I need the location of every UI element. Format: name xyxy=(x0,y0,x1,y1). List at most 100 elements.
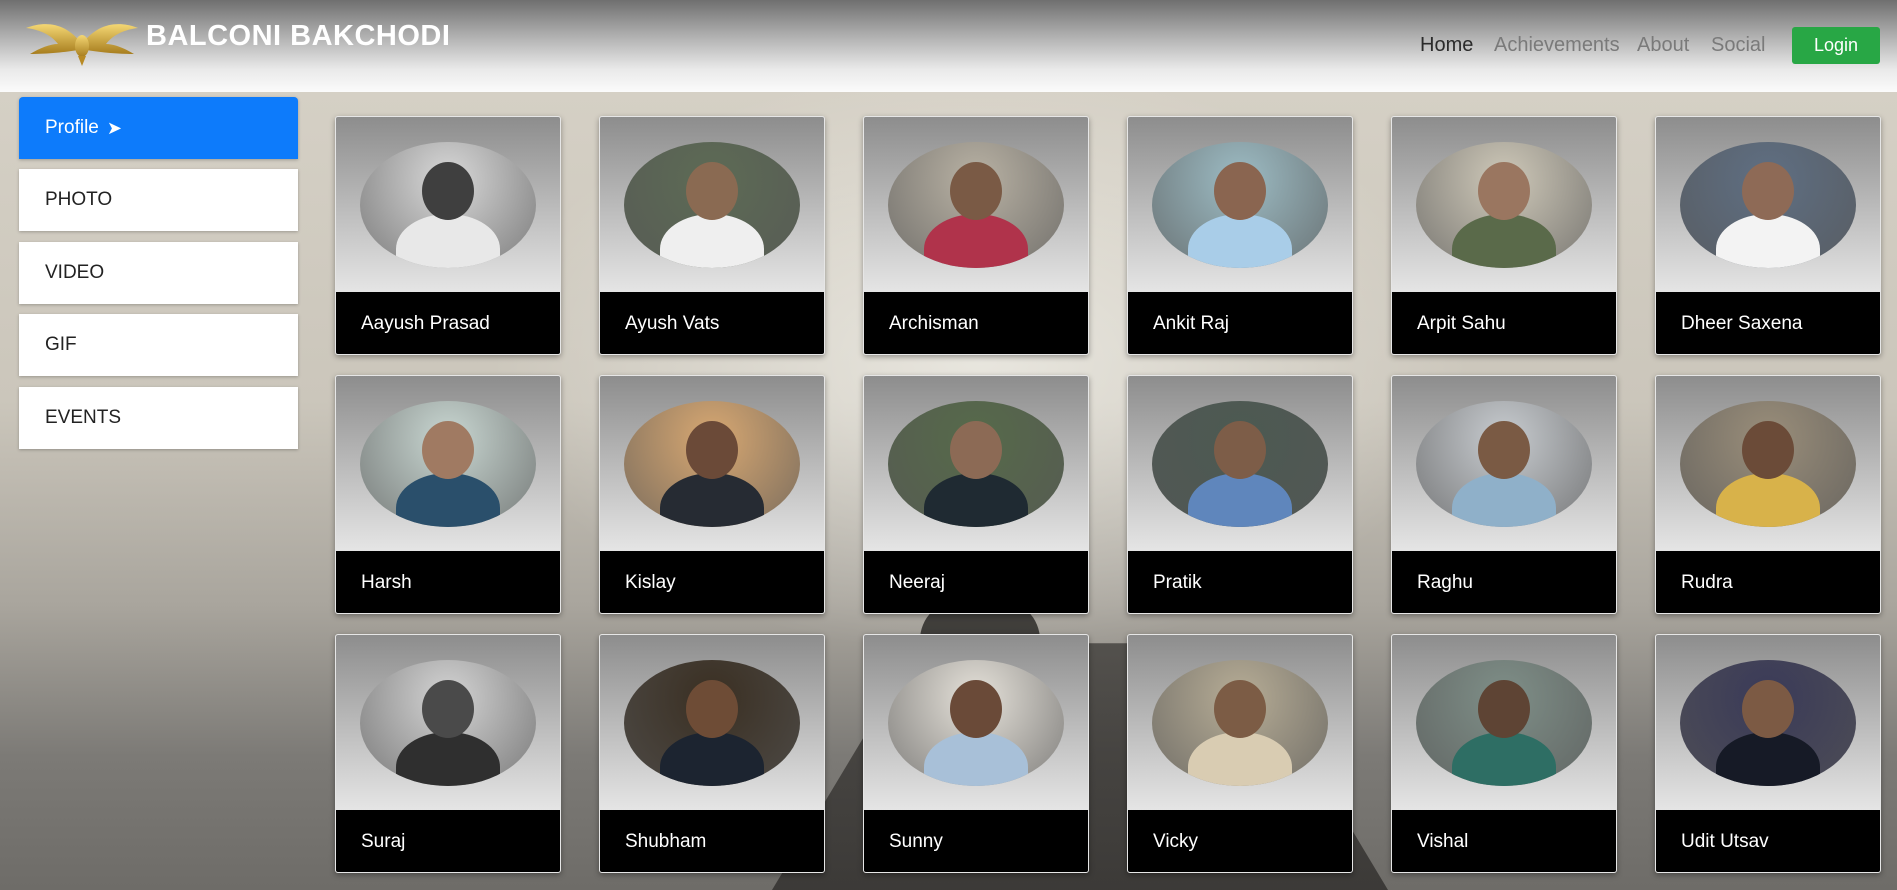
photo-figure-head xyxy=(1214,162,1266,220)
sidebar-item-video[interactable]: VIDEO xyxy=(19,242,298,304)
profile-photo[interactable] xyxy=(1152,142,1328,268)
profile-photo[interactable] xyxy=(1680,401,1856,527)
profile-card[interactable]: Archisman xyxy=(863,116,1089,355)
profile-card[interactable]: Aayush Prasad xyxy=(335,116,561,355)
photo-figure-head xyxy=(686,421,738,479)
profile-name[interactable]: Rudra xyxy=(1656,551,1880,613)
profile-name[interactable]: Dheer Saxena xyxy=(1656,292,1880,354)
photo-figure-body xyxy=(1716,214,1820,268)
profile-name[interactable]: Arpit Sahu xyxy=(1392,292,1616,354)
sidebar-item-events[interactable]: EVENTS xyxy=(19,387,298,449)
profile-card[interactable]: Vicky xyxy=(1127,634,1353,873)
profile-photo[interactable] xyxy=(1416,142,1592,268)
profile-card[interactable]: Ayush Vats xyxy=(599,116,825,355)
profile-card[interactable]: Dheer Saxena xyxy=(1655,116,1881,355)
profile-card[interactable]: Ankit Raj xyxy=(1127,116,1353,355)
profile-photo[interactable] xyxy=(360,660,536,786)
photo-figure-head xyxy=(1214,421,1266,479)
photo-figure-head xyxy=(422,162,474,220)
photo-figure-body xyxy=(660,214,764,268)
profile-photo[interactable] xyxy=(888,142,1064,268)
profile-name[interactable]: Neeraj xyxy=(864,551,1088,613)
profile-name[interactable]: Vicky xyxy=(1128,810,1352,872)
photo-figure-head xyxy=(950,162,1002,220)
profile-photo[interactable] xyxy=(360,401,536,527)
photo-figure-head xyxy=(1478,162,1530,220)
photo-figure-body xyxy=(1716,732,1820,786)
profile-photo[interactable] xyxy=(1416,401,1592,527)
photo-figure-body xyxy=(924,214,1028,268)
profile-name[interactable]: Raghu xyxy=(1392,551,1616,613)
nav-about-link[interactable]: About xyxy=(1637,34,1689,57)
profile-name[interactable]: Harsh xyxy=(336,551,560,613)
photo-figure-body xyxy=(1188,214,1292,268)
profile-card[interactable]: Arpit Sahu xyxy=(1391,116,1617,355)
login-button[interactable]: Login xyxy=(1792,27,1880,64)
profile-photo[interactable] xyxy=(624,142,800,268)
photo-figure-body xyxy=(1188,473,1292,527)
profile-card[interactable]: Udit Utsav xyxy=(1655,634,1881,873)
profile-photo[interactable] xyxy=(1152,660,1328,786)
profile-card[interactable]: Harsh xyxy=(335,375,561,614)
photo-figure-head xyxy=(1214,680,1266,738)
photo-figure-head xyxy=(950,680,1002,738)
photo-figure-body xyxy=(396,473,500,527)
profile-name[interactable]: Vishal xyxy=(1392,810,1616,872)
profile-name[interactable]: Archisman xyxy=(864,292,1088,354)
profile-card[interactable]: Pratik xyxy=(1127,375,1353,614)
nav-home-link[interactable]: Home xyxy=(1420,34,1473,57)
profile-card[interactable]: Neeraj xyxy=(863,375,1089,614)
profile-photo[interactable] xyxy=(1416,660,1592,786)
nav-achievements-link[interactable]: Achievements xyxy=(1494,34,1620,57)
sidebar-item-profile[interactable]: Profile ➤ xyxy=(19,97,298,159)
profile-photo[interactable] xyxy=(1680,660,1856,786)
photo-figure-head xyxy=(686,680,738,738)
sidebar-item-photo[interactable]: PHOTO xyxy=(19,169,298,231)
profile-card[interactable]: Rudra xyxy=(1655,375,1881,614)
profile-name[interactable]: Shubham xyxy=(600,810,824,872)
profile-photo[interactable] xyxy=(624,660,800,786)
photo-figure-body xyxy=(924,732,1028,786)
profile-photo[interactable] xyxy=(1152,401,1328,527)
photo-figure-body xyxy=(660,732,764,786)
profile-photo[interactable] xyxy=(1680,142,1856,268)
profile-photo[interactable] xyxy=(360,142,536,268)
photo-figure-head xyxy=(422,421,474,479)
profile-name[interactable]: Suraj xyxy=(336,810,560,872)
photo-figure-head xyxy=(1478,680,1530,738)
profile-card[interactable]: Kislay xyxy=(599,375,825,614)
sidebar-item-label: Profile xyxy=(45,117,99,138)
profile-card[interactable]: Raghu xyxy=(1391,375,1617,614)
arrow-right-icon: ➤ xyxy=(106,117,122,138)
profile-card[interactable]: Suraj xyxy=(335,634,561,873)
photo-figure-body xyxy=(1716,473,1820,527)
profile-name[interactable]: Aayush Prasad xyxy=(336,292,560,354)
profile-photo[interactable] xyxy=(888,401,1064,527)
sidebar-item-label: GIF xyxy=(45,334,77,355)
profile-photo[interactable] xyxy=(624,401,800,527)
photo-figure-body xyxy=(396,214,500,268)
sidebar-item-gif[interactable]: GIF xyxy=(19,314,298,376)
main-nav: Home Achievements About Social Login xyxy=(0,0,1897,92)
profile-card[interactable]: Shubham xyxy=(599,634,825,873)
profile-name[interactable]: Sunny xyxy=(864,810,1088,872)
nav-social-link[interactable]: Social xyxy=(1711,34,1765,57)
photo-figure-body xyxy=(1452,732,1556,786)
profile-photo[interactable] xyxy=(888,660,1064,786)
photo-figure-body xyxy=(924,473,1028,527)
photo-figure-body xyxy=(1188,732,1292,786)
photo-figure-head xyxy=(1742,421,1794,479)
sidebar-item-label: PHOTO xyxy=(45,189,113,210)
profile-card[interactable]: Vishal xyxy=(1391,634,1617,873)
photo-figure-head xyxy=(686,162,738,220)
profile-name[interactable]: Ayush Vats xyxy=(600,292,824,354)
photo-figure-body xyxy=(660,473,764,527)
profile-name[interactable]: Ankit Raj xyxy=(1128,292,1352,354)
top-navbar: BALCONI BAKCHODI Home Achievements About… xyxy=(0,0,1897,92)
photo-figure-body xyxy=(1452,214,1556,268)
profile-card[interactable]: Sunny xyxy=(863,634,1089,873)
sidebar-item-label: VIDEO xyxy=(45,262,105,283)
profile-name[interactable]: Pratik xyxy=(1128,551,1352,613)
profile-name[interactable]: Udit Utsav xyxy=(1656,810,1880,872)
profile-name[interactable]: Kislay xyxy=(600,551,824,613)
